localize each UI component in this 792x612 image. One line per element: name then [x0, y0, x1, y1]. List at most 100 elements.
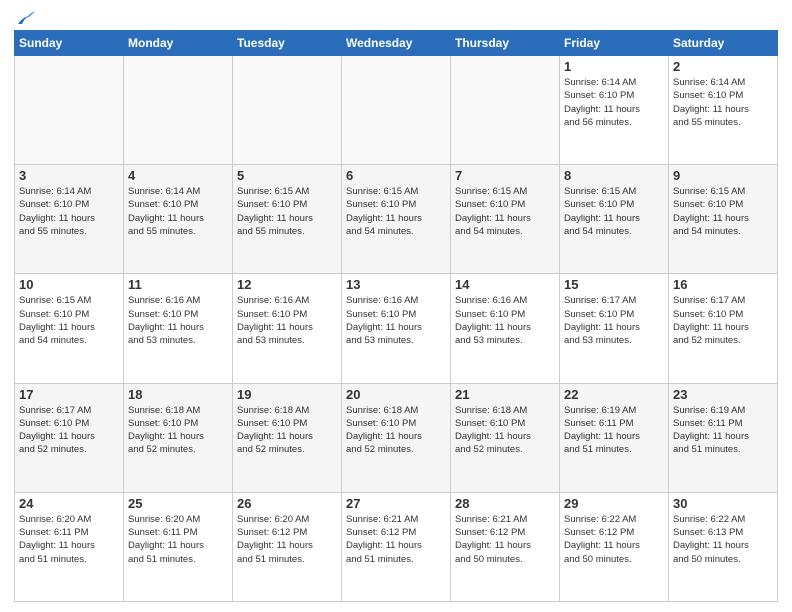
- calendar-cell: 8Sunrise: 6:15 AM Sunset: 6:10 PM Daylig…: [560, 165, 669, 274]
- day-number: 29: [564, 496, 664, 511]
- day-number: 11: [128, 277, 228, 292]
- week-row-4: 17 Sunrise: 6:17 AM Sunset: 6:10 PM Dayli…: [15, 383, 778, 492]
- calendar-cell: 30 Sunrise: 6:22 AM Sunset: 6:13 PM Dayli…: [669, 492, 778, 601]
- day-number: 6: [346, 168, 446, 183]
- day-info: Sunrise: 6:15 AM Sunset: 6:10 PM Dayligh…: [237, 185, 337, 238]
- calendar-cell: [124, 56, 233, 165]
- day-number: 10: [19, 277, 119, 292]
- calendar-cell: 5 Sunrise: 6:15 AM Sunset: 6:10 PM Daylig…: [233, 165, 342, 274]
- day-info: Sunrise: 6:21 AM Sunset: 6:12 PM Dayligh…: [346, 513, 446, 566]
- weekday-header-saturday: Saturday: [669, 31, 778, 56]
- day-info: Sunrise: 6:22 AM Sunset: 6:13 PM Dayligh…: [673, 513, 773, 566]
- calendar-cell: 4 Sunrise: 6:14 AM Sunset: 6:10 PM Daylig…: [124, 165, 233, 274]
- calendar-cell: 11 Sunrise: 6:16 AM Sunset: 6:10 PM Dayli…: [124, 274, 233, 383]
- day-number: 24: [19, 496, 119, 511]
- calendar-cell: 7 Sunrise: 6:15 AM Sunset: 6:10 PM Daylig…: [451, 165, 560, 274]
- week-row-1: 1Sunrise: 6:14 AM Sunset: 6:10 PM Daylig…: [15, 56, 778, 165]
- day-number: 25: [128, 496, 228, 511]
- logo-bird-icon: [16, 10, 36, 28]
- day-info: Sunrise: 6:22 AM Sunset: 6:12 PM Dayligh…: [564, 513, 664, 566]
- day-info: Sunrise: 6:20 AM Sunset: 6:11 PM Dayligh…: [128, 513, 228, 566]
- calendar-cell: [233, 56, 342, 165]
- day-info: Sunrise: 6:16 AM Sunset: 6:10 PM Dayligh…: [455, 294, 555, 347]
- day-info: Sunrise: 6:18 AM Sunset: 6:10 PM Dayligh…: [455, 404, 555, 457]
- day-number: 20: [346, 387, 446, 402]
- calendar-cell: 22Sunrise: 6:19 AM Sunset: 6:11 PM Dayli…: [560, 383, 669, 492]
- day-info: Sunrise: 6:19 AM Sunset: 6:11 PM Dayligh…: [564, 404, 664, 457]
- day-info: Sunrise: 6:16 AM Sunset: 6:10 PM Dayligh…: [237, 294, 337, 347]
- calendar-cell: [451, 56, 560, 165]
- logo: [14, 10, 36, 24]
- day-info: Sunrise: 6:14 AM Sunset: 6:10 PM Dayligh…: [673, 76, 773, 129]
- day-info: Sunrise: 6:15 AM Sunset: 6:10 PM Dayligh…: [564, 185, 664, 238]
- weekday-header-sunday: Sunday: [15, 31, 124, 56]
- day-info: Sunrise: 6:20 AM Sunset: 6:12 PM Dayligh…: [237, 513, 337, 566]
- day-number: 15: [564, 277, 664, 292]
- calendar-cell: 18 Sunrise: 6:18 AM Sunset: 6:10 PM Dayli…: [124, 383, 233, 492]
- day-number: 30: [673, 496, 773, 511]
- calendar-cell: 24 Sunrise: 6:20 AM Sunset: 6:11 PM Dayli…: [15, 492, 124, 601]
- day-number: 28: [455, 496, 555, 511]
- week-row-3: 10 Sunrise: 6:15 AM Sunset: 6:10 PM Dayli…: [15, 274, 778, 383]
- day-number: 4: [128, 168, 228, 183]
- weekday-header-friday: Friday: [560, 31, 669, 56]
- day-number: 3: [19, 168, 119, 183]
- day-number: 17: [19, 387, 119, 402]
- calendar-cell: 12Sunrise: 6:16 AM Sunset: 6:10 PM Dayli…: [233, 274, 342, 383]
- day-info: Sunrise: 6:18 AM Sunset: 6:10 PM Dayligh…: [128, 404, 228, 457]
- weekday-header-tuesday: Tuesday: [233, 31, 342, 56]
- calendar-cell: 3 Sunrise: 6:14 AM Sunset: 6:10 PM Daylig…: [15, 165, 124, 274]
- day-number: 18: [128, 387, 228, 402]
- day-info: Sunrise: 6:21 AM Sunset: 6:12 PM Dayligh…: [455, 513, 555, 566]
- day-info: Sunrise: 6:14 AM Sunset: 6:10 PM Dayligh…: [19, 185, 119, 238]
- day-info: Sunrise: 6:14 AM Sunset: 6:10 PM Dayligh…: [128, 185, 228, 238]
- calendar-cell: 10 Sunrise: 6:15 AM Sunset: 6:10 PM Dayli…: [15, 274, 124, 383]
- week-row-2: 3 Sunrise: 6:14 AM Sunset: 6:10 PM Daylig…: [15, 165, 778, 274]
- weekday-header-monday: Monday: [124, 31, 233, 56]
- calendar-cell: 20 Sunrise: 6:18 AM Sunset: 6:10 PM Dayli…: [342, 383, 451, 492]
- day-number: 26: [237, 496, 337, 511]
- day-info: Sunrise: 6:15 AM Sunset: 6:10 PM Dayligh…: [346, 185, 446, 238]
- calendar-cell: 14Sunrise: 6:16 AM Sunset: 6:10 PM Dayli…: [451, 274, 560, 383]
- day-number: 2: [673, 59, 773, 74]
- day-info: Sunrise: 6:18 AM Sunset: 6:10 PM Dayligh…: [346, 404, 446, 457]
- calendar-cell: 26 Sunrise: 6:20 AM Sunset: 6:12 PM Dayli…: [233, 492, 342, 601]
- calendar-cell: [342, 56, 451, 165]
- calendar-cell: 17 Sunrise: 6:17 AM Sunset: 6:10 PM Dayli…: [15, 383, 124, 492]
- day-info: Sunrise: 6:17 AM Sunset: 6:10 PM Dayligh…: [19, 404, 119, 457]
- header: [14, 10, 778, 24]
- calendar: SundayMondayTuesdayWednesdayThursdayFrid…: [14, 30, 778, 602]
- day-info: Sunrise: 6:16 AM Sunset: 6:10 PM Dayligh…: [128, 294, 228, 347]
- calendar-cell: 9 Sunrise: 6:15 AM Sunset: 6:10 PM Daylig…: [669, 165, 778, 274]
- calendar-cell: 6 Sunrise: 6:15 AM Sunset: 6:10 PM Daylig…: [342, 165, 451, 274]
- calendar-cell: 25 Sunrise: 6:20 AM Sunset: 6:11 PM Dayli…: [124, 492, 233, 601]
- calendar-cell: 1Sunrise: 6:14 AM Sunset: 6:10 PM Daylig…: [560, 56, 669, 165]
- calendar-cell: 2 Sunrise: 6:14 AM Sunset: 6:10 PM Daylig…: [669, 56, 778, 165]
- day-number: 23: [673, 387, 773, 402]
- day-number: 19: [237, 387, 337, 402]
- day-info: Sunrise: 6:15 AM Sunset: 6:10 PM Dayligh…: [455, 185, 555, 238]
- calendar-cell: 28 Sunrise: 6:21 AM Sunset: 6:12 PM Dayli…: [451, 492, 560, 601]
- day-info: Sunrise: 6:18 AM Sunset: 6:10 PM Dayligh…: [237, 404, 337, 457]
- day-info: Sunrise: 6:20 AM Sunset: 6:11 PM Dayligh…: [19, 513, 119, 566]
- day-info: Sunrise: 6:17 AM Sunset: 6:10 PM Dayligh…: [673, 294, 773, 347]
- calendar-cell: 27 Sunrise: 6:21 AM Sunset: 6:12 PM Dayli…: [342, 492, 451, 601]
- weekday-header-wednesday: Wednesday: [342, 31, 451, 56]
- day-info: Sunrise: 6:16 AM Sunset: 6:10 PM Dayligh…: [346, 294, 446, 347]
- day-info: Sunrise: 6:17 AM Sunset: 6:10 PM Dayligh…: [564, 294, 664, 347]
- day-info: Sunrise: 6:19 AM Sunset: 6:11 PM Dayligh…: [673, 404, 773, 457]
- day-info: Sunrise: 6:15 AM Sunset: 6:10 PM Dayligh…: [19, 294, 119, 347]
- day-number: 7: [455, 168, 555, 183]
- weekday-header-row: SundayMondayTuesdayWednesdayThursdayFrid…: [15, 31, 778, 56]
- calendar-cell: 13 Sunrise: 6:16 AM Sunset: 6:10 PM Dayli…: [342, 274, 451, 383]
- calendar-cell: 23 Sunrise: 6:19 AM Sunset: 6:11 PM Dayli…: [669, 383, 778, 492]
- day-info: Sunrise: 6:15 AM Sunset: 6:10 PM Dayligh…: [673, 185, 773, 238]
- day-number: 5: [237, 168, 337, 183]
- day-info: Sunrise: 6:14 AM Sunset: 6:10 PM Dayligh…: [564, 76, 664, 129]
- page: SundayMondayTuesdayWednesdayThursdayFrid…: [0, 0, 792, 612]
- day-number: 27: [346, 496, 446, 511]
- day-number: 21: [455, 387, 555, 402]
- day-number: 9: [673, 168, 773, 183]
- day-number: 13: [346, 277, 446, 292]
- calendar-cell: 19 Sunrise: 6:18 AM Sunset: 6:10 PM Dayli…: [233, 383, 342, 492]
